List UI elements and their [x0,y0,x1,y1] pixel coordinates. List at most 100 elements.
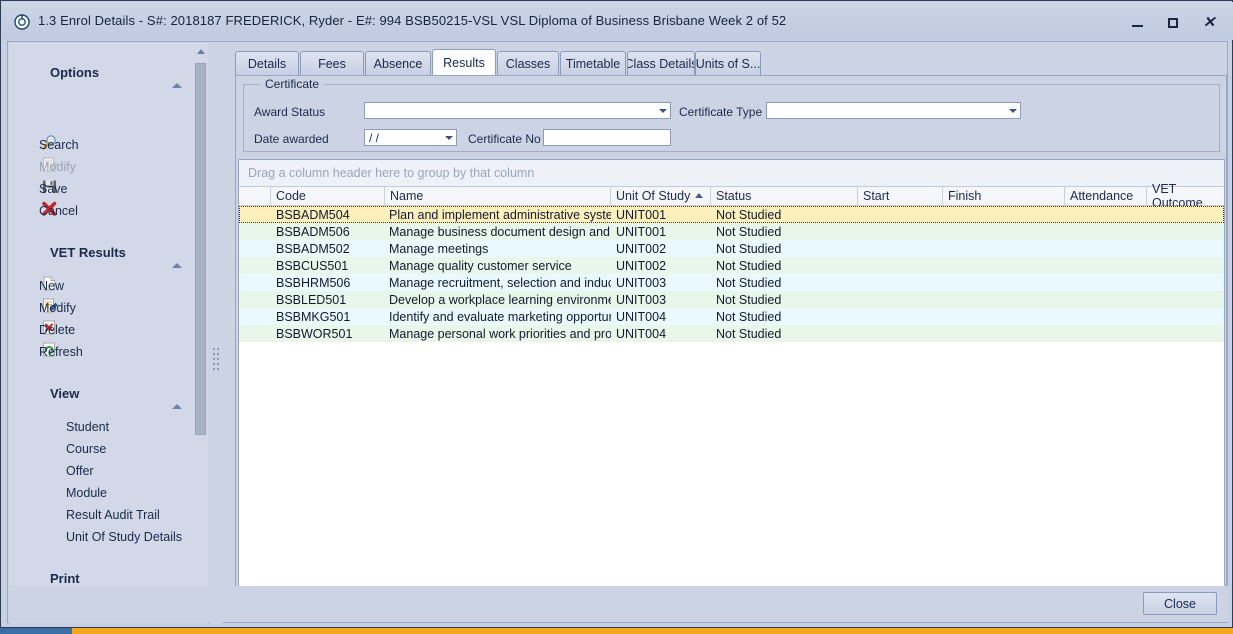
tab-label: Class Details [627,57,695,71]
sidebar-item-label: Modify [39,301,76,315]
cell-unit: UNIT002 [616,240,711,257]
certificate-groupbox: Certificate Award Status Certificate Typ… [243,84,1220,152]
sidebar-item-label: Module [66,486,107,500]
certificate-no-input[interactable] [543,129,671,146]
scroll-up-arrow-icon[interactable] [193,43,208,59]
award-status-combo[interactable] [364,102,671,119]
tab-timetable[interactable]: Timetable [560,51,626,76]
column-label: Attendance [1070,189,1133,203]
tab-fees[interactable]: Fees [300,51,364,76]
sidebar-item-label: Unit Of Study Details [66,530,182,544]
award-status-label: Award Status [254,105,325,119]
minimize-button[interactable] [1122,14,1152,32]
scrollbar-thumb[interactable] [195,63,206,435]
column-label: Name [390,189,423,203]
sidebar-item-cancel[interactable]: Cancel [39,201,78,221]
app-icon [14,14,30,30]
sidebar-item-result-audit-trail[interactable]: Result Audit Trail [66,505,160,525]
grid-header-unit-of-study[interactable]: Unit Of Study [611,187,711,205]
sidebar-item-course[interactable]: Course [66,439,106,459]
sidebar-item-unit-of-study-details[interactable]: Unit Of Study Details [66,527,182,547]
close-window-button[interactable]: ✕ [1194,14,1224,32]
grid-header-vet-outcome[interactable]: VET Outcome [1147,187,1224,205]
sidebar-item-modify-vet[interactable]: Modify [39,298,76,318]
splitter-grip-icon [213,348,219,374]
group-by-panel[interactable]: Drag a column header here to group by th… [239,160,1224,187]
sidebar-item-search[interactable]: Search [39,135,79,155]
table-row[interactable]: BSBHRM506 Manage recruitment, selection … [239,274,1224,291]
maximize-icon [1168,18,1178,28]
table-row[interactable]: BSBCUS501 Manage quality customer servic… [239,257,1224,274]
column-label: Start [863,189,889,203]
column-label: Finish [948,189,981,203]
chevron-up-icon[interactable] [172,69,184,81]
close-button-label: Close [1164,597,1196,611]
grid-header-attendance[interactable]: Attendance [1065,187,1147,205]
sidebar-item-label: Student [66,420,109,434]
cell-unit: UNIT001 [616,206,711,223]
grid-header-code[interactable]: Code [271,187,385,205]
grid-header-status[interactable]: Status [711,187,858,205]
table-row[interactable]: BSBMKG501 Identify and evaluate marketin… [239,308,1224,325]
tab-results[interactable]: Results [432,49,496,77]
cell-code: BSBADM504 [276,206,384,223]
application-window: 1.3 Enrol Details - S#: 2018187 FREDERIC… [0,0,1233,628]
sidebar-item-student[interactable]: Student [66,417,109,437]
table-row[interactable]: BSBLED501 Develop a workplace learning e… [239,291,1224,308]
panel-splitter[interactable] [209,43,223,623]
sidebar-item-label: Save [39,182,68,196]
sidebar-item-delete[interactable]: Delete [39,320,75,340]
cell-name: Develop a workplace learning environment [389,291,611,308]
certificate-legend: Certificate [260,77,324,91]
cell-unit: UNIT001 [616,223,711,240]
tab-class-details[interactable]: Class Details [627,51,695,76]
grid-header-name[interactable]: Name [385,187,611,205]
cell-status: Not Studied [716,223,858,240]
group-by-hint: Drag a column header here to group by th… [248,166,534,180]
cell-status: Not Studied [716,206,858,223]
chevron-down-icon [445,136,453,140]
date-awarded-label: Date awarded [254,132,329,146]
grid-header-finish[interactable]: Finish [943,187,1065,205]
sidebar-item-label: Offer [66,464,94,478]
tab-units-of-study[interactable]: Units of S... [695,51,761,76]
sidebar-item-new[interactable]: New [39,276,64,296]
sidebar-item-label: Course [66,442,106,456]
table-row[interactable]: BSBADM502 Manage meetings UNIT002 Not St… [239,240,1224,257]
table-row[interactable]: BSBADM504 Plan and implement administrat… [239,206,1224,223]
sidebar-scrollbar[interactable] [193,43,208,623]
taskbar-start-area [0,628,72,634]
grid-header-start[interactable]: Start [858,187,943,205]
chevron-up-icon[interactable] [172,249,184,261]
tab-classes[interactable]: Classes [497,51,559,76]
tab-details[interactable]: Details [235,51,299,76]
sidebar-item-offer[interactable]: Offer [66,461,94,481]
sidebar-item-module[interactable]: Module [66,483,107,503]
cell-status: Not Studied [716,274,858,291]
certificate-no-label: Certificate No [468,132,541,146]
chevron-up-icon[interactable] [172,390,184,402]
sidebar-item-refresh[interactable]: Refresh [39,342,83,362]
cell-code: BSBHRM506 [276,274,384,291]
cell-name: Plan and implement administrative system… [389,206,611,223]
chevron-down-icon [1009,109,1017,113]
sidebar-item-save[interactable]: Save [39,179,68,199]
cell-code: BSBCUS501 [276,257,384,274]
sidebar-section-view-title: View [50,386,79,404]
grid-header-row: Code Name Unit Of Study Status Start Fin… [239,187,1224,206]
cell-status: Not Studied [716,240,858,257]
cell-unit: UNIT004 [616,325,711,342]
maximize-button[interactable] [1158,14,1188,32]
results-tab-page: Certificate Award Status Certificate Typ… [235,75,1227,618]
cell-unit: UNIT004 [616,308,711,325]
table-row[interactable]: BSBWOR501 Manage personal work prioritie… [239,325,1224,342]
certificate-type-combo[interactable] [766,102,1021,119]
cell-code: BSBLED501 [276,291,384,308]
tab-absence[interactable]: Absence [365,51,431,76]
tab-label: Classes [506,57,550,71]
close-button[interactable]: Close [1143,592,1217,615]
date-awarded-picker[interactable]: / / [364,129,457,146]
table-row[interactable]: BSBADM506 Manage business document desig… [239,223,1224,240]
minimize-icon [1132,25,1143,27]
tab-label: Fees [318,57,346,71]
